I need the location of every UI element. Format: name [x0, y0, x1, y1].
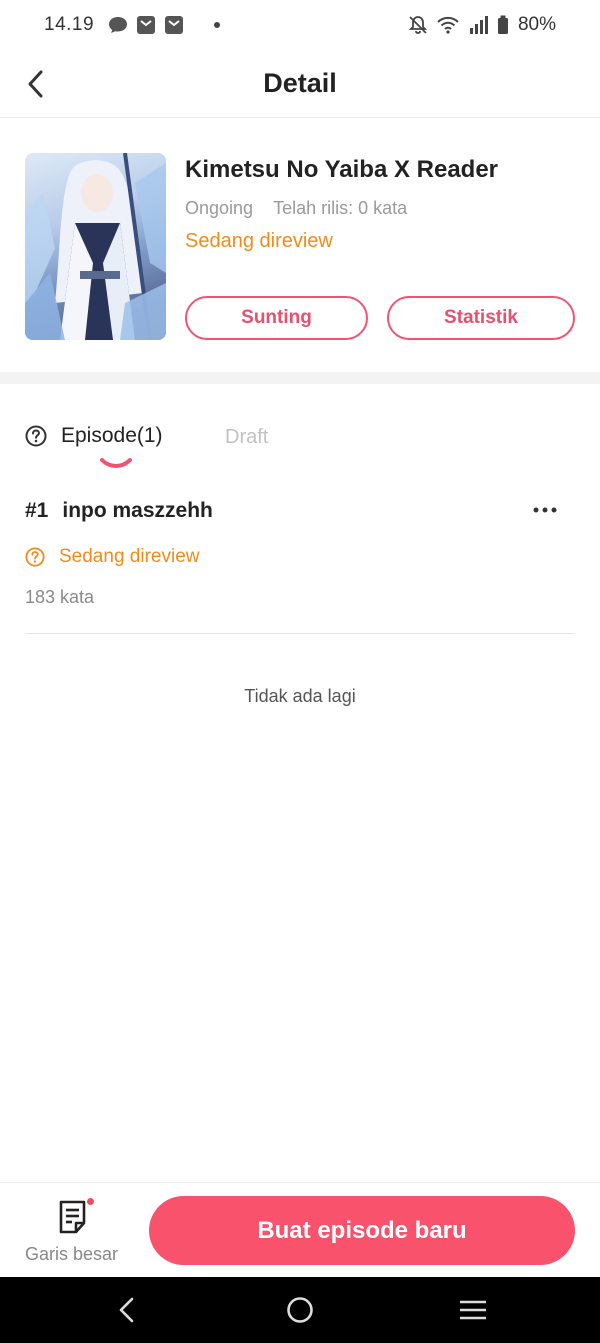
status-left: 14.19: [44, 14, 221, 36]
chat-bubble-icon: [109, 17, 128, 33]
tab-episode-label: Episode(1): [61, 424, 163, 447]
system-navigation-bar: [0, 1277, 600, 1343]
page-title: Detail: [263, 68, 337, 98]
status-bar: 14.19 80%: [0, 0, 600, 50]
system-menu-icon[interactable]: [458, 1295, 488, 1325]
episode-list-item[interactable]: #1 inpo maszzehh Sedang direview 183 kat…: [25, 484, 575, 634]
book-title: Kimetsu No Yaiba X Reader: [185, 156, 499, 183]
more-options-button[interactable]: [525, 498, 565, 522]
mail-icon: [165, 16, 184, 34]
episode-title: inpo maszzehh: [62, 499, 213, 522]
tab-episode[interactable]: Episode(1): [25, 424, 163, 448]
back-button[interactable]: [22, 68, 50, 100]
more-horizontal-icon: [533, 507, 557, 513]
notification-badge: [86, 1197, 95, 1206]
mute-icon: [408, 16, 428, 34]
outline-button[interactable]: Garis besar: [20, 1197, 130, 1267]
system-back-icon[interactable]: [112, 1295, 142, 1325]
bottom-action-bar: Garis besar Buat episode baru: [0, 1182, 600, 1277]
book-info: Kimetsu No Yaiba X Reader Ongoing Telah …: [0, 118, 600, 370]
app-header: Detail: [0, 50, 600, 118]
create-episode-button[interactable]: Buat episode baru: [149, 1196, 575, 1265]
book-review-status: Sedang direview: [185, 230, 333, 252]
active-tab-indicator: [100, 458, 132, 468]
outline-document-icon: [59, 1200, 86, 1234]
signal-icon: [469, 16, 488, 34]
list-end-text: Tidak ada lagi: [244, 686, 356, 706]
book-published-words: Telah rilis: 0 kata: [273, 198, 408, 218]
episode-tabs: Episode(1) Draft: [0, 384, 600, 474]
system-home-icon[interactable]: [285, 1295, 315, 1325]
book-cover-image[interactable]: [25, 153, 166, 340]
episode-review-status: Sedang direview: [25, 546, 199, 568]
episode-status-text: Sedang direview: [59, 546, 200, 567]
battery-icon: [497, 15, 508, 34]
outline-label: Garis besar: [25, 1244, 119, 1264]
help-circle-icon[interactable]: [25, 425, 47, 447]
book-meta: Ongoing Telah rilis: 0 kata: [185, 198, 407, 219]
notification-dot: [214, 22, 221, 28]
tab-draft[interactable]: Draft: [225, 426, 268, 449]
episode-title-row: #1 inpo maszzehh: [25, 499, 213, 523]
episode-number: #1: [25, 499, 49, 522]
battery-percent: 80%: [517, 14, 556, 35]
cover-illustration: [25, 153, 166, 340]
section-divider: [0, 372, 600, 384]
wifi-icon: [437, 16, 459, 34]
status-right: 80%: [408, 14, 556, 36]
statistics-button[interactable]: Statistik: [387, 296, 575, 340]
edit-button[interactable]: Sunting: [185, 296, 368, 340]
book-status: Ongoing: [185, 198, 254, 218]
episode-word-count: 183 kata: [25, 587, 95, 607]
mail-icon: [137, 16, 156, 34]
status-time: 14.19: [44, 14, 95, 35]
help-circle-icon: [25, 547, 45, 567]
